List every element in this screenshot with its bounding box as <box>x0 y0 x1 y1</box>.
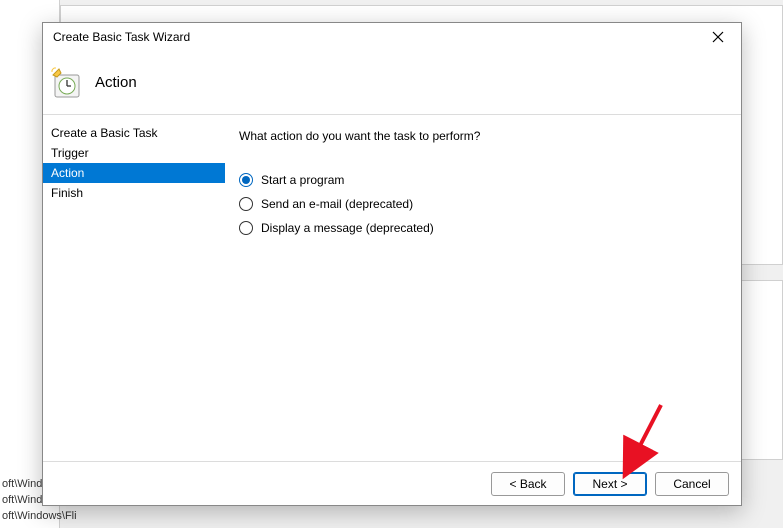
nav-item-create-basic-task[interactable]: Create a Basic Task <box>43 123 225 143</box>
close-icon <box>712 31 724 43</box>
wizard-footer: < Back Next > Cancel <box>43 461 741 505</box>
close-button[interactable] <box>703 27 733 47</box>
radio-start-program[interactable] <box>239 173 253 187</box>
wizard-icon <box>51 67 83 99</box>
nav-item-action[interactable]: Action <box>43 163 225 183</box>
next-button[interactable]: Next > <box>573 472 647 496</box>
action-prompt: What action do you want the task to perf… <box>239 129 723 143</box>
radio-label-start-program: Start a program <box>261 173 344 187</box>
radio-display-message[interactable] <box>239 221 253 235</box>
radio-label-send-email: Send an e-mail (deprecated) <box>261 197 413 211</box>
wizard-body: Create a Basic Task Trigger Action Finis… <box>43 115 741 461</box>
wizard-dialog: Create Basic Task Wizard Action Create a… <box>42 22 742 506</box>
radio-row-start-program[interactable]: Start a program <box>239 173 723 187</box>
wizard-header: Action <box>43 51 741 115</box>
radio-send-email[interactable] <box>239 197 253 211</box>
wizard-nav: Create a Basic Task Trigger Action Finis… <box>43 115 225 461</box>
nav-item-trigger[interactable]: Trigger <box>43 143 225 163</box>
radio-row-send-email[interactable]: Send an e-mail (deprecated) <box>239 197 723 211</box>
back-button[interactable]: < Back <box>491 472 565 496</box>
cancel-button[interactable]: Cancel <box>655 472 729 496</box>
wizard-step-title: Action <box>95 74 137 91</box>
radio-label-display-message: Display a message (deprecated) <box>261 221 434 235</box>
wizard-content: What action do you want the task to perf… <box>225 115 741 461</box>
nav-item-finish[interactable]: Finish <box>43 183 225 203</box>
titlebar: Create Basic Task Wizard <box>43 23 741 51</box>
dialog-title: Create Basic Task Wizard <box>53 30 190 44</box>
bg-path-3: oft\Windows\Fli <box>2 510 77 522</box>
radio-row-display-message[interactable]: Display a message (deprecated) <box>239 221 723 235</box>
